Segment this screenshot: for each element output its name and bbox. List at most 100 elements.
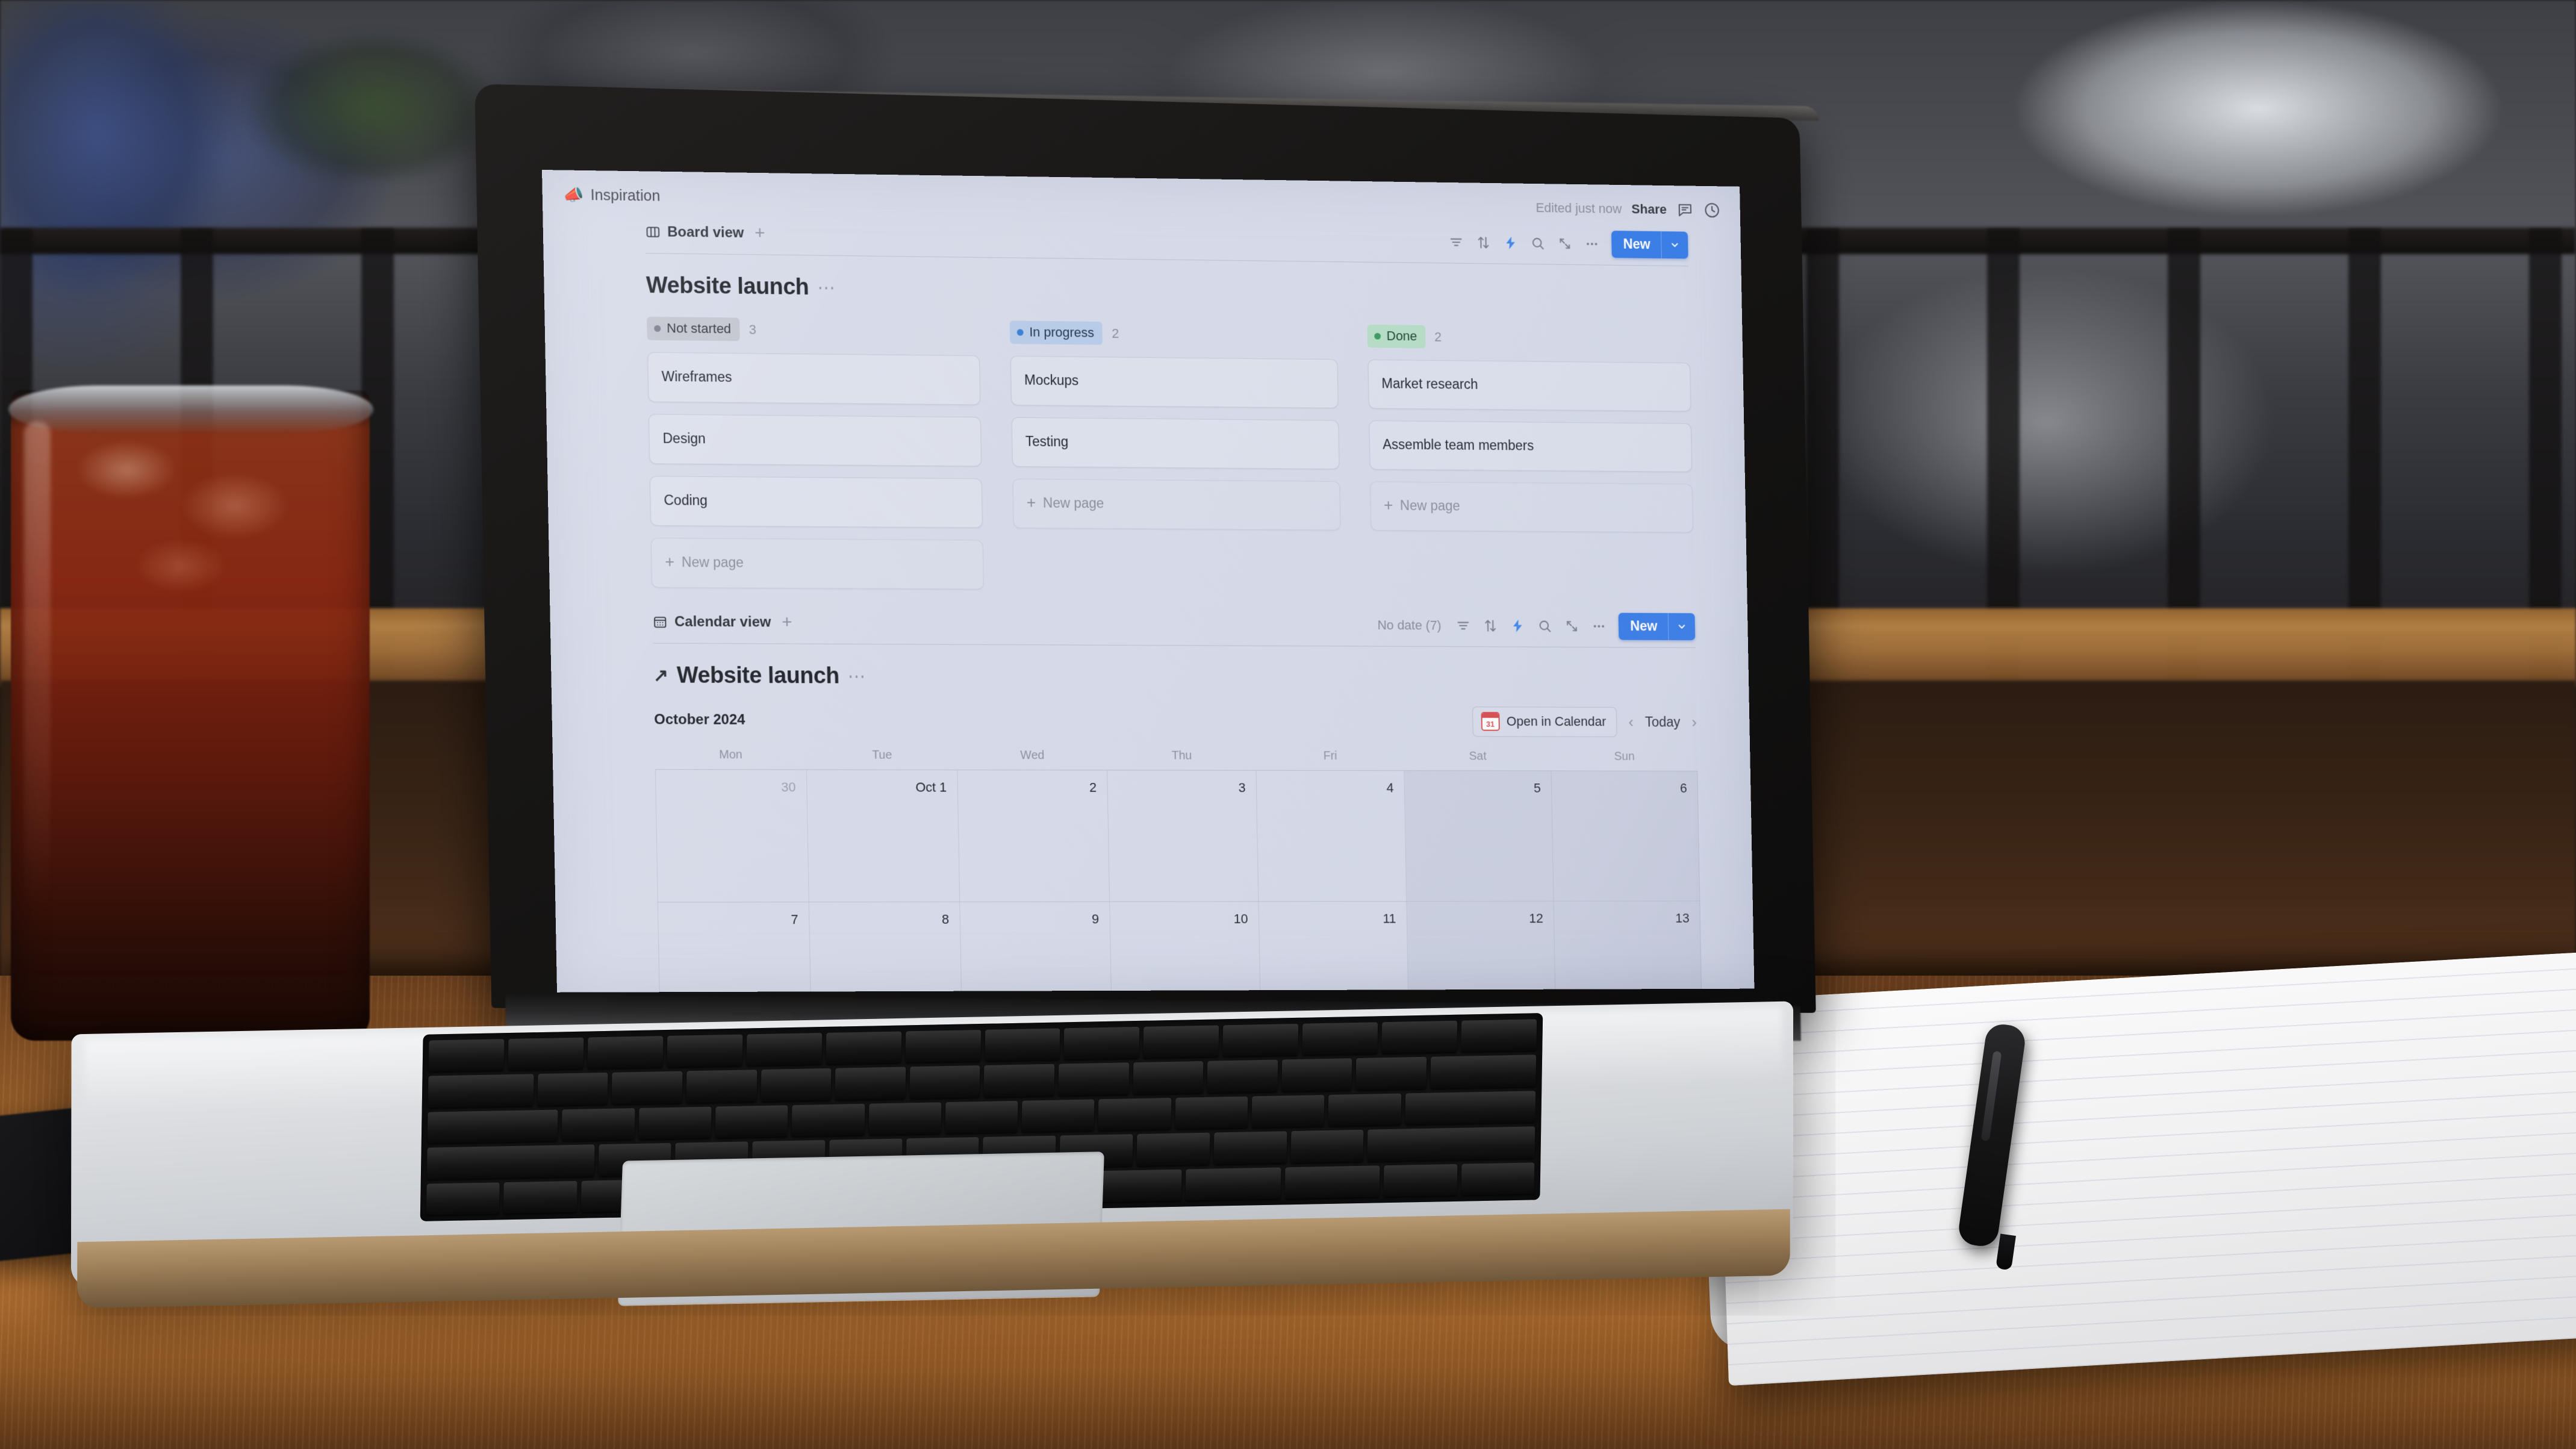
open-in-calendar-button[interactable]: 31 Open in Calendar	[1472, 706, 1617, 737]
key[interactable]	[905, 1029, 981, 1063]
calendar-database-title[interactable]: Website launch	[677, 663, 840, 690]
filter-icon[interactable]	[1455, 618, 1470, 634]
calendar-day-cell[interactable]: 8	[809, 902, 963, 992]
key[interactable]	[1175, 1096, 1248, 1130]
key[interactable]	[537, 1073, 608, 1106]
new-page-button[interactable]: + New page	[1012, 478, 1341, 531]
key[interactable]	[1461, 1162, 1535, 1195]
open-database-arrow-icon[interactable]: ↗	[653, 665, 669, 686]
key[interactable]	[562, 1108, 635, 1141]
search-icon[interactable]	[1537, 619, 1552, 634]
calendar-day-cell[interactable]: 4	[1256, 770, 1407, 902]
new-page-button[interactable]: + New page	[650, 537, 984, 590]
board-card[interactable]: Design	[648, 414, 982, 467]
calendar-day-cell[interactable]: 9	[960, 902, 1113, 992]
board-card[interactable]: Testing	[1011, 417, 1340, 470]
calendar-title-more-icon[interactable]: ⋯	[847, 667, 866, 687]
key[interactable]	[761, 1068, 832, 1102]
key[interactable]	[868, 1102, 942, 1135]
add-view-button[interactable]: +	[782, 612, 792, 632]
key[interactable]	[427, 1109, 559, 1144]
calendar-day-cell[interactable]: 10	[1110, 902, 1262, 992]
key[interactable]	[428, 1074, 534, 1108]
calendar-prev-button[interactable]: ‹	[1628, 713, 1634, 731]
calendar-day-cell[interactable]: Oct 1	[806, 770, 960, 902]
share-button[interactable]: Share	[1631, 202, 1667, 217]
status-badge[interactable]: Done	[1367, 324, 1426, 349]
key[interactable]	[1222, 1023, 1299, 1057]
new-button-board[interactable]: New	[1611, 231, 1688, 259]
key[interactable]	[1367, 1126, 1535, 1162]
key[interactable]	[1058, 1062, 1129, 1096]
sort-icon[interactable]	[1476, 235, 1491, 251]
calendar-day-cell[interactable]: 6	[1551, 771, 1700, 901]
key[interactable]	[1461, 1019, 1537, 1053]
calendar-day-cell[interactable]: 11	[1258, 902, 1410, 992]
board-database-title[interactable]: Website launch	[646, 273, 809, 301]
key[interactable]	[1185, 1167, 1281, 1201]
key[interactable]	[984, 1064, 1055, 1097]
key[interactable]	[1136, 1132, 1210, 1166]
key[interactable]	[715, 1105, 788, 1138]
key[interactable]	[1284, 1165, 1380, 1199]
key[interactable]	[1143, 1025, 1219, 1059]
automation-lightning-icon[interactable]	[1510, 618, 1525, 634]
calendar-day-cell[interactable]: 12	[1407, 901, 1557, 992]
calendar-day-cell[interactable]: 2	[957, 770, 1110, 902]
key[interactable]	[1213, 1131, 1287, 1165]
add-view-button[interactable]: +	[754, 223, 765, 243]
board-card[interactable]: Coding	[649, 476, 983, 528]
status-badge[interactable]: Not started	[647, 316, 740, 341]
key[interactable]	[826, 1031, 901, 1065]
key[interactable]	[984, 1028, 1060, 1062]
key[interactable]	[746, 1033, 822, 1066]
key[interactable]	[1328, 1093, 1401, 1127]
calendar-day-cell[interactable]: 3	[1107, 770, 1259, 902]
key[interactable]	[1207, 1059, 1278, 1093]
key[interactable]	[508, 1037, 584, 1071]
key[interactable]	[1063, 1026, 1140, 1060]
key[interactable]	[638, 1106, 712, 1140]
board-title-more-icon[interactable]: ⋯	[817, 278, 836, 298]
key[interactable]	[909, 1065, 980, 1099]
calendar-today-button[interactable]: Today	[1645, 714, 1681, 731]
key[interactable]	[1290, 1130, 1364, 1163]
key[interactable]	[686, 1070, 758, 1103]
key[interactable]	[503, 1180, 577, 1214]
key[interactable]	[612, 1071, 683, 1105]
board-card[interactable]: Mockups	[1010, 355, 1339, 409]
key[interactable]	[1404, 1091, 1536, 1125]
key[interactable]	[945, 1100, 1018, 1134]
history-clock-icon[interactable]	[1703, 201, 1721, 219]
calendar-day-cell[interactable]: 13	[1554, 901, 1703, 992]
new-button-calendar[interactable]: New	[1618, 612, 1696, 641]
no-date-count[interactable]: No date (7)	[1377, 617, 1442, 633]
key[interactable]	[1133, 1061, 1204, 1094]
key[interactable]	[1381, 1020, 1458, 1054]
key[interactable]	[667, 1034, 743, 1068]
key[interactable]	[1281, 1058, 1352, 1092]
calendar-day-cell[interactable]: 30	[655, 770, 809, 902]
key[interactable]	[1383, 1164, 1458, 1197]
key[interactable]	[1021, 1099, 1095, 1132]
key[interactable]	[1430, 1055, 1537, 1089]
more-options-icon[interactable]	[1584, 236, 1599, 252]
chevron-down-icon[interactable]	[1669, 613, 1696, 640]
expand-icon[interactable]	[1557, 236, 1572, 252]
tab-board-view[interactable]: Board view	[645, 223, 744, 241]
key[interactable]	[1251, 1094, 1325, 1128]
filter-icon[interactable]	[1449, 234, 1464, 250]
chevron-down-icon[interactable]	[1661, 231, 1688, 258]
board-card[interactable]: Wireframes	[647, 352, 981, 405]
board-card[interactable]: Market research	[1367, 359, 1691, 412]
board-card[interactable]: Assemble team members	[1369, 420, 1693, 472]
breadcrumb[interactable]: 📣 Inspiration	[562, 185, 660, 205]
calendar-next-button[interactable]: ›	[1691, 713, 1697, 731]
key[interactable]	[1302, 1022, 1378, 1056]
calendar-day-cell[interactable]: 5	[1404, 771, 1554, 902]
new-page-button[interactable]: + New page	[1370, 481, 1694, 533]
key[interactable]	[1098, 1097, 1172, 1131]
key[interactable]	[1355, 1057, 1427, 1090]
tab-calendar-view[interactable]: Calendar view	[652, 614, 771, 631]
sort-icon[interactable]	[1483, 618, 1498, 634]
